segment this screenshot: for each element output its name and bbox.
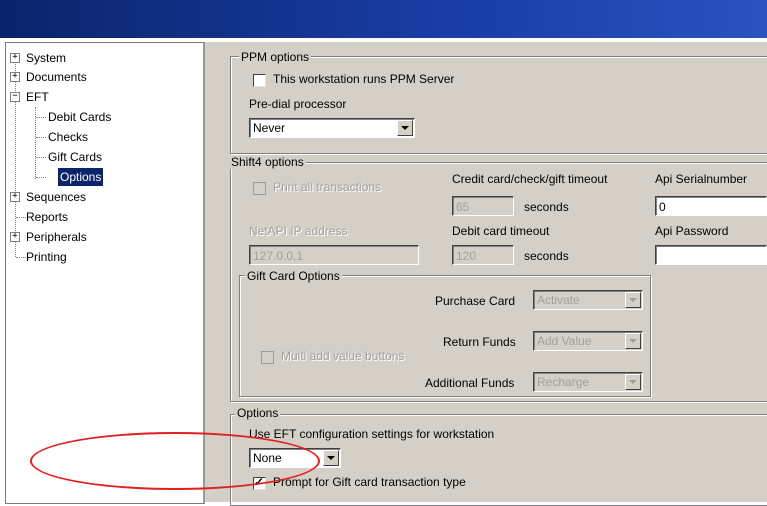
- options-title: Options: [235, 406, 281, 420]
- chevron-down-icon[interactable]: [323, 450, 339, 466]
- tree-item-debit-cards[interactable]: Debit Cards: [48, 108, 111, 126]
- seconds-label: seconds: [524, 200, 569, 214]
- annotation-ellipse: [30, 432, 320, 490]
- tree-item-label: EFT: [26, 90, 49, 104]
- credit-timeout-input[interactable]: 65: [452, 196, 514, 216]
- ppm-server-label: This workstation runs PPM Server: [273, 72, 455, 86]
- ppm-server-checkbox[interactable]: [253, 74, 266, 87]
- api-serial-label: Api Serialnumber: [655, 172, 748, 186]
- use-eft-label: Use EFT configuration settings for works…: [249, 427, 495, 441]
- print-all-checkbox[interactable]: [253, 182, 266, 195]
- tree-line: [16, 217, 26, 218]
- api-password-label: Api Password: [655, 224, 729, 238]
- predial-label: Pre-dial processor: [249, 97, 347, 111]
- debit-timeout-input[interactable]: 120: [452, 245, 514, 265]
- tree-line: [36, 157, 46, 158]
- return-funds-value: Add Value: [537, 334, 592, 348]
- seconds-label: seconds: [524, 249, 569, 263]
- additional-funds-select[interactable]: Recharge: [533, 372, 643, 392]
- return-funds-label: Return Funds: [443, 335, 516, 349]
- multi-add-label: Multi add value buttons: [281, 349, 405, 363]
- expand-icon[interactable]: +: [10, 72, 20, 82]
- tree-item-reports[interactable]: Reports: [26, 208, 68, 226]
- tree-item-printing[interactable]: Printing: [26, 248, 67, 266]
- tree-item-checks[interactable]: Checks: [48, 128, 88, 146]
- options-panel: PPM options This workstation runs PPM Se…: [227, 42, 767, 506]
- chevron-down-icon[interactable]: [625, 374, 641, 390]
- tree-line: [36, 137, 46, 138]
- api-serial-input[interactable]: 0: [655, 196, 767, 216]
- shift4-options-title: Shift4 options: [229, 155, 306, 169]
- tree-line: [16, 257, 26, 258]
- print-all-label: Print all transactions: [273, 180, 382, 194]
- tree-item-label: Peripherals: [26, 230, 87, 244]
- ppm-options-title: PPM options: [239, 50, 312, 64]
- expand-icon[interactable]: +: [10, 53, 20, 63]
- netapi-input[interactable]: 127.0.0.1: [249, 245, 419, 265]
- predial-value: Never: [253, 121, 286, 135]
- gift-card-options-title: Gift Card Options: [245, 269, 342, 283]
- collapse-icon[interactable]: −: [10, 92, 20, 102]
- multi-add-checkbox[interactable]: [261, 351, 274, 364]
- additional-funds-value: Recharge: [537, 375, 590, 389]
- additional-funds-label: Additional Funds: [425, 376, 515, 390]
- netapi-label: NetAPI IP address: [249, 224, 348, 238]
- tree-line: [36, 177, 46, 178]
- api-password-input[interactable]: [655, 245, 767, 265]
- expand-icon[interactable]: +: [10, 192, 20, 202]
- tree-item-options[interactable]: Options: [58, 168, 104, 186]
- title-bar: [0, 0, 767, 38]
- purchase-card-select[interactable]: Activate: [533, 290, 643, 310]
- tree-line: [36, 117, 46, 118]
- tree-item-label: Documents: [26, 70, 87, 84]
- tree-item-label: System: [26, 51, 67, 65]
- purchase-card-value: Activate: [537, 293, 580, 307]
- credit-timeout-label: Credit card/check/gift timeout: [452, 172, 608, 186]
- debit-timeout-label: Debit card timeout: [452, 224, 550, 238]
- tree-item-label: Sequences: [26, 190, 87, 204]
- return-funds-select[interactable]: Add Value: [533, 331, 643, 351]
- chevron-down-icon[interactable]: [625, 292, 641, 308]
- expand-icon[interactable]: +: [10, 232, 20, 242]
- tree-line: [15, 57, 16, 257]
- tree-item-gift-cards[interactable]: Gift Cards: [48, 148, 102, 166]
- chevron-down-icon[interactable]: [625, 333, 641, 349]
- prompt-gift-label: Prompt for Gift card transaction type: [273, 475, 466, 489]
- predial-select[interactable]: Never: [249, 118, 415, 138]
- purchase-card-label: Purchase Card: [435, 294, 516, 308]
- chevron-down-icon[interactable]: [397, 120, 413, 136]
